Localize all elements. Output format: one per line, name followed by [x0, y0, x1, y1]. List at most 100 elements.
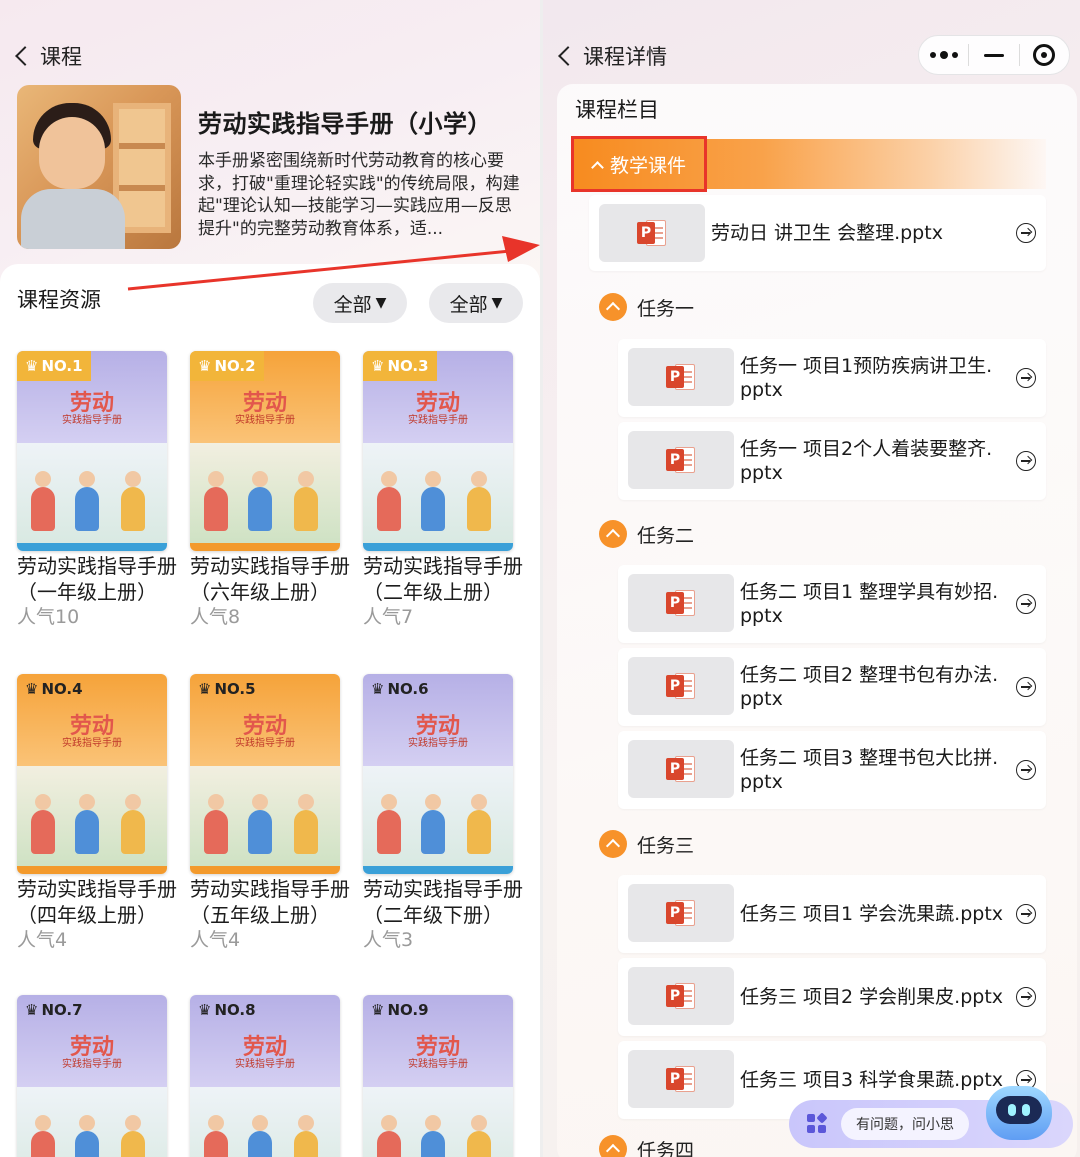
- task-section-header[interactable]: 任务三: [599, 830, 694, 858]
- file-name: 任务二 项目1 整理学具有妙招.pptx: [740, 581, 999, 627]
- file-thumbnail: P: [628, 884, 734, 942]
- book-cover: ♛ NO.3 劳动 实践指导手册: [363, 351, 513, 551]
- task-section-header[interactable]: 任务二: [599, 520, 694, 548]
- back-button[interactable]: 课程: [12, 38, 82, 74]
- arrow-right-circle-icon[interactable]: [1016, 760, 1036, 780]
- course-description: 本手册紧密围绕新时代劳动教育的核心要求，打破"重理论轻实践"的传统局限，构建起"…: [198, 151, 520, 239]
- file-thumbnail: P: [628, 574, 734, 632]
- cover-subtitle: 实践指导手册: [235, 415, 295, 426]
- task-section-header[interactable]: 任务四: [599, 1135, 694, 1157]
- task-label: 任务四: [637, 1139, 695, 1157]
- courseware-file-row[interactable]: P 任务三 项目1 学会洗果蔬.pptx: [618, 875, 1046, 953]
- powerpoint-icon: P: [666, 981, 696, 1011]
- arrow-right-circle-icon[interactable]: [1016, 594, 1036, 614]
- book-card[interactable]: ♛ NO.1 劳动 实践指导手册 劳动实践指导手册（一年级上册） 人气10: [17, 351, 177, 629]
- arrow-right-circle-icon[interactable]: [1016, 987, 1036, 1007]
- courseware-file-row[interactable]: P 劳动日 讲卫生 会整理.pptx: [589, 195, 1046, 271]
- file-name: 任务一 项目2个人着装要整齐.pptx: [740, 438, 993, 484]
- rank-label: NO.4: [41, 680, 83, 698]
- miniprogram-capsule: [918, 35, 1070, 75]
- arrow-right-circle-icon[interactable]: [1016, 677, 1036, 697]
- file-thumbnail: P: [628, 1050, 734, 1108]
- chevron-left-icon: [15, 46, 35, 66]
- courseware-file-row[interactable]: P 任务二 项目1 整理学具有妙招.pptx: [618, 565, 1046, 643]
- rank-badge: ♛ NO.4: [17, 674, 91, 704]
- cover-subtitle: 实践指导手册: [408, 1059, 468, 1070]
- powerpoint-icon: P: [666, 588, 696, 618]
- arrow-right-circle-icon[interactable]: [1016, 904, 1036, 924]
- robot-assistant-icon[interactable]: [986, 1082, 1052, 1142]
- book-card[interactable]: ♛ NO.7 劳动 实践指导手册: [17, 995, 177, 1157]
- cover-subtitle: 实践指导手册: [62, 738, 122, 749]
- arrow-right-circle-icon[interactable]: [1016, 223, 1036, 243]
- minus-icon: [983, 53, 1004, 57]
- collapse-icon: [599, 293, 627, 321]
- book-card[interactable]: ♛ NO.8 劳动 实践指导手册: [190, 995, 350, 1157]
- book-cover: ♛ NO.9 劳动 实践指导手册: [363, 995, 513, 1157]
- book-cover: ♛ NO.5 劳动 实践指导手册: [190, 674, 340, 874]
- book-cover: ♛ NO.6 劳动 实践指导手册: [363, 674, 513, 874]
- filter-dropdown-1[interactable]: 全部 ▼: [313, 283, 407, 323]
- caret-down-icon: ▼: [491, 295, 503, 311]
- back-button[interactable]: 课程详情: [555, 38, 667, 74]
- courseware-file-row[interactable]: P 任务一 项目2个人着装要整齐.pptx: [618, 422, 1046, 500]
- rank-badge: ♛ NO.6: [363, 674, 437, 704]
- assistant-label: 有问题，问小思: [856, 1117, 954, 1133]
- file-name: 任务三 项目1 学会洗果蔬.pptx: [740, 903, 1004, 925]
- book-card[interactable]: ♛ NO.5 劳动 实践指导手册 劳动实践指导手册（五年级上册） 人气4: [190, 674, 350, 952]
- file-thumbnail: P: [628, 740, 734, 798]
- more-button[interactable]: [919, 36, 968, 74]
- book-title: 劳动实践指导手册（二年级下册）: [363, 877, 523, 927]
- courseware-file-row[interactable]: P 任务三 项目2 学会削果皮.pptx: [618, 958, 1046, 1036]
- book-cover: ♛ NO.8 劳动 实践指导手册: [190, 995, 340, 1157]
- rank-badge: ♛ NO.5: [190, 674, 264, 704]
- courseware-file-row[interactable]: P 任务一 项目1预防疾病讲卫生.pptx: [618, 339, 1046, 417]
- crown-icon: ♛: [371, 680, 385, 698]
- book-card[interactable]: ♛ NO.2 劳动 实践指导手册 劳动实践指导手册（六年级上册） 人气8: [190, 351, 350, 629]
- rank-badge: ♛ NO.7: [17, 995, 91, 1025]
- filter-2-label: 全部: [449, 293, 488, 316]
- cover-subtitle: 实践指导手册: [408, 738, 468, 749]
- powerpoint-icon: P: [637, 218, 667, 248]
- rank-label: NO.5: [214, 680, 256, 698]
- arrow-right-circle-icon[interactable]: [1016, 368, 1036, 388]
- powerpoint-icon: P: [666, 671, 696, 701]
- back-label: 课程: [40, 45, 82, 69]
- apps-icon: [807, 1112, 828, 1134]
- back-label: 课程详情: [583, 45, 667, 69]
- powerpoint-icon: P: [666, 898, 696, 928]
- collapse-icon: [599, 520, 627, 548]
- powerpoint-icon: P: [666, 445, 696, 475]
- book-card[interactable]: ♛ NO.6 劳动 实践指导手册 劳动实践指导手册（二年级下册） 人气3: [363, 674, 523, 952]
- courseware-file-row[interactable]: P 任务二 项目3 整理书包大比拼.pptx: [618, 731, 1046, 809]
- popularity-count: 人气8: [190, 606, 241, 628]
- popularity-count: 人气4: [190, 929, 241, 951]
- collapse-icon: [599, 830, 627, 858]
- close-button[interactable]: [1020, 36, 1069, 74]
- course-detail-page: 课程详情 课程栏目 教学课件 P 劳动日 讲卫生 会整理.pptx 任务一 P 任: [543, 0, 1080, 1157]
- ask-assistant-button[interactable]: 有问题，问小思: [841, 1108, 969, 1140]
- rank-label: NO.7: [41, 1001, 83, 1019]
- book-card[interactable]: ♛ NO.3 劳动 实践指导手册 劳动实践指导手册（二年级上册） 人气7: [363, 351, 523, 629]
- courseware-file-row[interactable]: P 任务二 项目2 整理书包有办法.pptx: [618, 648, 1046, 726]
- book-card[interactable]: ♛ NO.4 劳动 实践指导手册 劳动实践指导手册（四年级上册） 人气4: [17, 674, 177, 952]
- course-page: 课程 劳动实践指导手册（小学） 本手册紧密围绕新时代劳动教育的核心要求，打破"重…: [0, 0, 540, 1157]
- rank-badge: ♛ NO.2: [190, 351, 264, 381]
- rank-label: NO.9: [387, 1001, 429, 1019]
- popularity-count: 人气7: [363, 606, 414, 628]
- crown-icon: ♛: [25, 680, 39, 698]
- task-section-header[interactable]: 任务一: [599, 293, 694, 321]
- crown-icon: ♛: [25, 357, 39, 375]
- book-card[interactable]: ♛ NO.9 劳动 实践指导手册: [363, 995, 523, 1157]
- book-title: 劳动实践指导手册（六年级上册）: [190, 554, 350, 604]
- book-cover: ♛ NO.4 劳动 实践指导手册: [17, 674, 167, 874]
- book-title: 劳动实践指导手册（五年级上册）: [190, 877, 350, 927]
- cover-subtitle: 实践指导手册: [235, 738, 295, 749]
- arrow-right-circle-icon[interactable]: [1016, 451, 1036, 471]
- rank-label: NO.3: [387, 357, 429, 375]
- course-cover-image: [17, 85, 181, 249]
- filter-dropdown-2[interactable]: 全部 ▼: [429, 283, 523, 323]
- minimize-button[interactable]: [969, 36, 1018, 74]
- resources-title: 课程资源: [17, 288, 101, 312]
- tab-teaching-courseware[interactable]: 教学课件: [571, 136, 1046, 192]
